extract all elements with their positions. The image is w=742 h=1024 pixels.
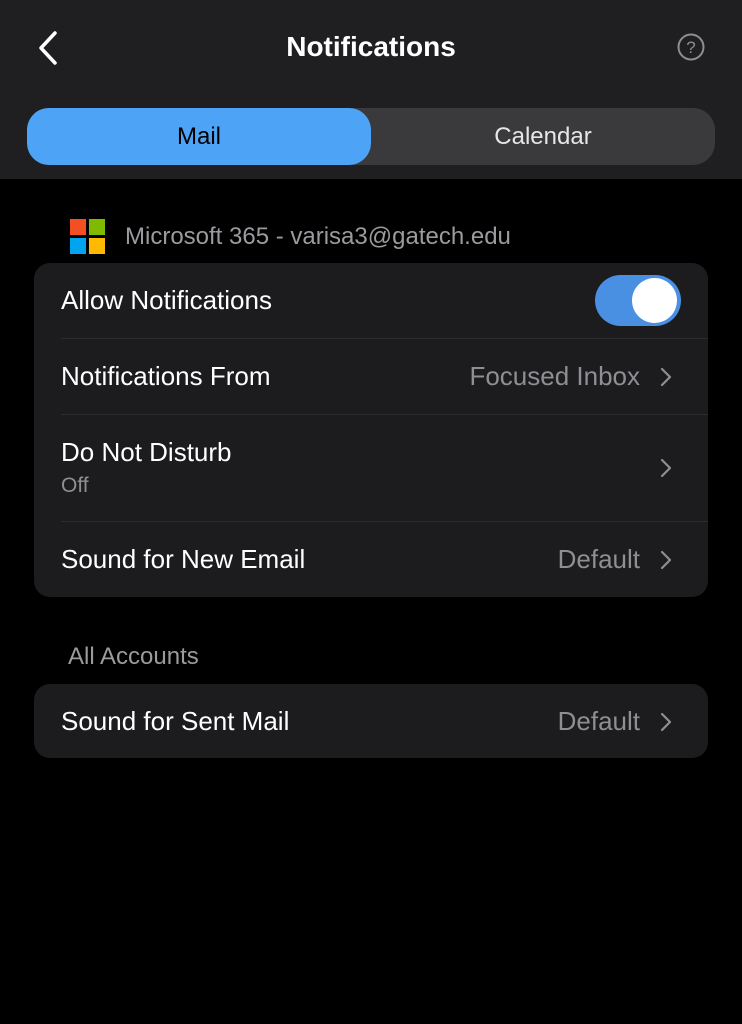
all-accounts-section-header: All Accounts — [68, 643, 199, 670]
account-header: Microsoft 365 - varisa3@gatech.edu — [70, 219, 511, 254]
sound-sent-mail-value: Default — [557, 706, 640, 736]
sound-new-email-row[interactable]: Sound for New Email Default — [34, 522, 708, 597]
page-title: Notifications — [286, 31, 456, 62]
do-not-disturb-label: Do Not Disturb — [61, 437, 232, 467]
chevron-right-icon — [660, 458, 672, 478]
sound-new-email-label: Sound for New Email — [61, 544, 306, 574]
toggle-knob — [632, 278, 677, 323]
tab-mail[interactable]: Mail — [27, 108, 371, 165]
notifications-from-value: Focused Inbox — [469, 361, 640, 391]
svg-text:?: ? — [686, 38, 695, 57]
sound-sent-mail-label: Sound for Sent Mail — [61, 706, 290, 736]
microsoft-logo-icon — [70, 219, 105, 254]
tab-calendar[interactable]: Calendar — [371, 108, 715, 165]
chevron-right-icon — [660, 550, 672, 570]
help-button[interactable]: ? — [677, 33, 705, 61]
account-label: Microsoft 365 - varisa3@gatech.edu — [125, 222, 511, 250]
notifications-from-row[interactable]: Notifications From Focused Inbox — [34, 339, 708, 414]
chevron-right-icon — [660, 367, 672, 387]
do-not-disturb-status: Off — [61, 474, 89, 497]
question-circle-icon: ? — [677, 33, 705, 61]
all-accounts-card: Sound for Sent Mail Default — [34, 684, 708, 758]
allow-notifications-toggle[interactable] — [595, 275, 681, 326]
mail-calendar-segmented-control: Mail Calendar — [27, 108, 715, 165]
allow-notifications-row: Allow Notifications — [34, 263, 708, 338]
chevron-right-icon — [660, 712, 672, 732]
top-bar: Notifications ? Mail Calendar — [0, 0, 742, 179]
sound-sent-mail-row[interactable]: Sound for Sent Mail Default — [34, 684, 708, 758]
notifications-from-label: Notifications From — [61, 361, 271, 391]
allow-notifications-label: Allow Notifications — [61, 285, 272, 315]
sound-new-email-value: Default — [557, 544, 640, 574]
do-not-disturb-row[interactable]: Do Not Disturb Off — [34, 415, 708, 521]
account-settings-card: Allow Notifications Notifications From F… — [34, 263, 708, 597]
